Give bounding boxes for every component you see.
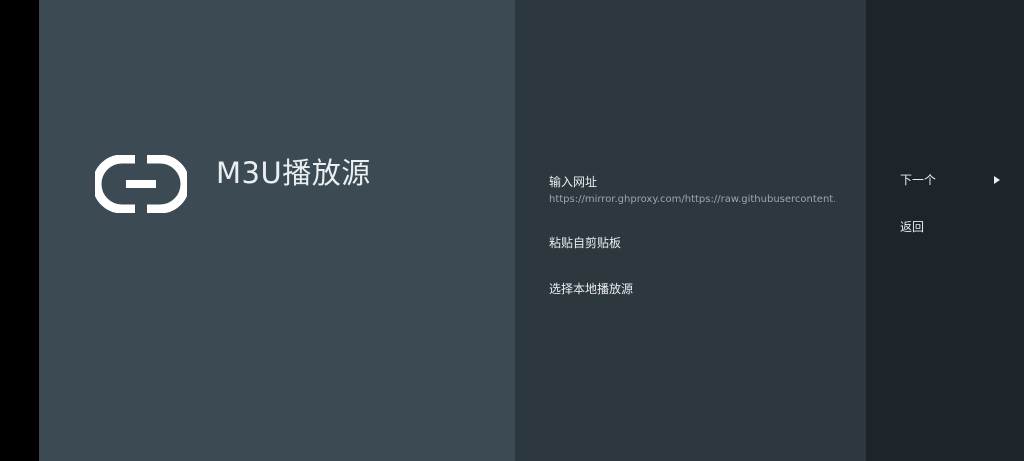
page-title: M3U播放源 xyxy=(216,156,371,190)
link-icon xyxy=(95,155,187,213)
action-paste-clipboard[interactable]: 粘贴自剪贴板 xyxy=(549,235,849,251)
next-button-label: 下一个 xyxy=(900,173,937,187)
action-input-url[interactable]: 输入网址 https://mirror.ghproxy.com/https://… xyxy=(549,174,849,207)
back-button[interactable]: 返回 xyxy=(900,219,1000,235)
next-button[interactable]: 下一个 xyxy=(900,172,1000,188)
chevron-right-icon xyxy=(994,176,1000,184)
back-button-label: 返回 xyxy=(900,220,925,234)
action-description: https://mirror.ghproxy.com/https://raw.g… xyxy=(549,194,835,205)
guidance-panel: M3U播放源 xyxy=(39,0,515,461)
action-title: 选择本地播放源 xyxy=(549,282,634,296)
m3u-source-step-screen: M3U播放源 输入网址 https://mirror.ghproxy.com/h… xyxy=(0,0,1024,461)
action-title: 输入网址 xyxy=(549,175,598,189)
button-panel: 下一个 返回 xyxy=(866,0,1024,461)
action-title: 粘贴自剪贴板 xyxy=(549,236,622,250)
left-edge-bar xyxy=(0,0,39,461)
action-select-local-source[interactable]: 选择本地播放源 xyxy=(549,281,849,297)
actions-list: 输入网址 https://mirror.ghproxy.com/https://… xyxy=(515,0,866,461)
